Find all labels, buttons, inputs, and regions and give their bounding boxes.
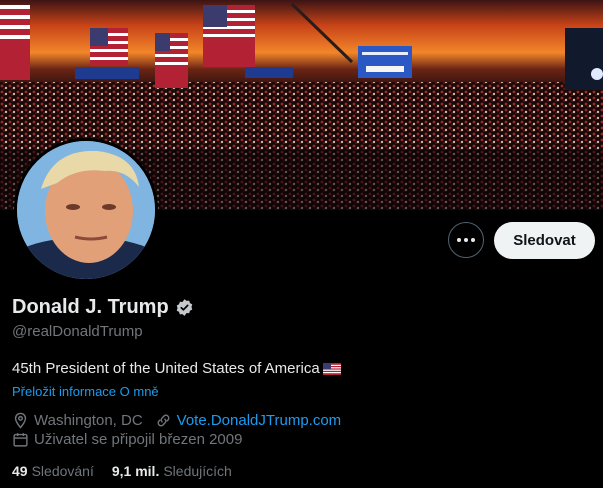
more-dot <box>471 238 475 242</box>
profile-stats: 49 Sledování 9,1 mil. Sledujících <box>12 463 250 479</box>
more-options-button[interactable] <box>448 222 484 258</box>
avatar-portrait-image <box>17 141 155 279</box>
profile-website-link[interactable]: Vote.DonaldJTrump.com <box>177 412 342 429</box>
followers-count: 9,1 mil. <box>111 463 160 479</box>
profile-joined-date: Uživatel se připojil březen 2009 <box>34 431 243 448</box>
verified-badge-icon <box>176 299 192 316</box>
following-label: Sledování <box>31 463 94 479</box>
profile-bio: 45th President of the United States of A… <box>12 360 320 377</box>
profile-location: Washington, DC <box>34 412 143 429</box>
follow-button[interactable]: Sledovat <box>494 222 595 259</box>
profile-name-row: Donald J. Trump <box>12 296 194 319</box>
profile-handle: @realDonaldTrump <box>12 323 143 340</box>
location-pin-icon <box>14 412 27 429</box>
followers-label: Sledujících <box>163 463 232 479</box>
profile-meta-row: Washington, DC Vote.DonaldJTrump.com <box>12 412 341 429</box>
following-count: 49 <box>12 463 28 479</box>
us-flag-icon <box>322 362 341 375</box>
translate-bio-link[interactable]: Přeložit informace O mně <box>12 384 159 399</box>
profile-name: Donald J. Trump <box>12 296 169 318</box>
profile-bio-row: 45th President of the United States of A… <box>12 360 341 377</box>
link-icon <box>157 414 170 427</box>
followers-stat[interactable]: 9,1 mil. Sledujících <box>112 463 232 479</box>
following-stat[interactable]: 49 Sledování <box>12 463 94 479</box>
calendar-icon <box>13 433 28 447</box>
more-dot <box>464 238 468 242</box>
more-horizontal-icon <box>457 238 461 242</box>
profile-avatar[interactable] <box>14 138 158 282</box>
profile-joined-row: Uživatel se připojil březen 2009 <box>12 431 242 448</box>
